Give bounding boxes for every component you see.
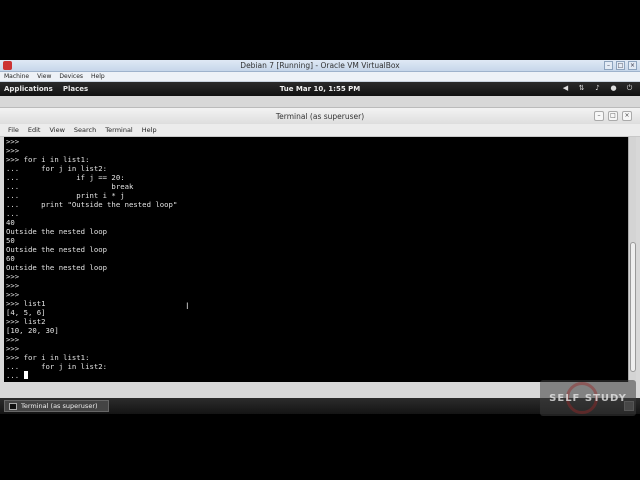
- watermark-text: SELF STUDY: [549, 392, 627, 404]
- terminal-line: ...: [6, 209, 20, 218]
- volume-icon[interactable]: ♪: [593, 84, 602, 93]
- terminal-line: [4, 5, 6]: [6, 308, 46, 317]
- power-icon[interactable]: ⏻: [625, 84, 634, 93]
- terminal-scrollbar[interactable]: [628, 137, 636, 382]
- terminal-line: >>>: [6, 290, 20, 299]
- virtualbox-title: Debian 7 [Running] - Oracle VM VirtualBo…: [240, 61, 400, 70]
- terminal-line: >>> list1: [6, 299, 46, 308]
- taskbar-terminal-label: Terminal (as superuser): [21, 402, 98, 410]
- network-icon[interactable]: ⇅: [577, 84, 586, 93]
- terminal-line: >>> for i in list1:: [6, 353, 90, 362]
- vbox-menu-help[interactable]: Help: [91, 73, 105, 80]
- taskbar-terminal-button[interactable]: Terminal (as superuser): [4, 400, 109, 412]
- terminal-line: ... print i * j: [6, 191, 125, 200]
- system-tray: ◀ ⇅ ♪ ● ⏻: [561, 84, 634, 93]
- gnome-top-panel: Applications Places Tue Mar 10, 1:55 PM …: [0, 82, 640, 96]
- terminal-line: >>>: [6, 281, 20, 290]
- watermark-logo: SELF STUDY: [540, 380, 636, 416]
- terminal-titlebar: Terminal (as superuser) – □ ×: [0, 107, 640, 124]
- text-cursor-icon: I: [186, 302, 189, 312]
- terminal-menu-view[interactable]: View: [49, 126, 64, 134]
- terminal-icon: [9, 402, 17, 410]
- maximize-icon[interactable]: □: [616, 61, 625, 70]
- terminal-line: >>>: [6, 335, 20, 344]
- vbox-menu-machine[interactable]: Machine: [4, 73, 29, 80]
- terminal-line: ... for j in list2:: [6, 362, 108, 371]
- panel-clock[interactable]: Tue Mar 10, 1:55 PM: [280, 85, 361, 93]
- terminal-maximize-icon[interactable]: □: [608, 111, 618, 121]
- scrollbar-thumb[interactable]: [630, 242, 636, 372]
- places-menu[interactable]: Places: [63, 85, 88, 93]
- terminal-window-controls: – □ ×: [594, 111, 632, 121]
- terminal-menu-edit[interactable]: Edit: [28, 126, 41, 134]
- terminal-line: >>> for i in list1:: [6, 155, 90, 164]
- terminal-menu-help[interactable]: Help: [142, 126, 157, 134]
- terminal-line: 50: [6, 236, 15, 245]
- terminal-line: Outside the nested loop: [6, 245, 108, 254]
- terminal-line: Outside the nested loop: [6, 227, 108, 236]
- terminal-minimize-icon[interactable]: –: [594, 111, 604, 121]
- minimize-icon[interactable]: –: [604, 61, 613, 70]
- vbox-menu-devices[interactable]: Devices: [59, 73, 83, 80]
- speaker-icon[interactable]: ◀: [561, 84, 570, 93]
- terminal-line: >>>: [6, 344, 20, 353]
- terminal-line: >>> list2: [6, 317, 46, 326]
- user-icon[interactable]: ●: [609, 84, 618, 93]
- terminal-line: Outside the nested loop: [6, 263, 108, 272]
- terminal-menu-file[interactable]: File: [8, 126, 19, 134]
- terminal-close-icon[interactable]: ×: [622, 111, 632, 121]
- terminal-line: 60: [6, 254, 15, 263]
- terminal-line: [10, 20, 30]: [6, 326, 59, 335]
- panel-clock-wrap: Tue Mar 10, 1:55 PM: [0, 85, 640, 93]
- terminal-title: Terminal (as superuser): [275, 111, 365, 121]
- virtualbox-window-controls: – □ ×: [604, 61, 637, 70]
- terminal-line: >>>: [6, 137, 20, 146]
- terminal-output[interactable]: >>> >>> >>> for i in list1:... for j in li…: [4, 137, 628, 382]
- virtualbox-titlebar: Debian 7 [Running] - Oracle VM VirtualBo…: [0, 60, 640, 72]
- terminal-line: ... break: [6, 182, 134, 191]
- vbox-menu-view[interactable]: View: [37, 73, 51, 80]
- close-icon[interactable]: ×: [628, 61, 637, 70]
- terminal-line: ... print "Outside the nested loop": [6, 200, 178, 209]
- terminal-lines: >>> >>> >>> for i in list1:... for j in li…: [4, 137, 628, 380]
- terminal-line: ... if j == 20:: [6, 173, 125, 182]
- terminal-menubar: File Edit View Search Terminal Help: [0, 124, 640, 137]
- terminal-caret: [23, 371, 28, 379]
- terminal-line: 40: [6, 218, 15, 227]
- terminal-menu-search[interactable]: Search: [74, 126, 96, 134]
- terminal-line: >>>: [6, 146, 20, 155]
- virtualbox-logo-icon: [3, 61, 12, 70]
- applications-menu[interactable]: Applications: [4, 85, 53, 93]
- terminal-menu-terminal[interactable]: Terminal: [105, 126, 132, 134]
- terminal-line: ... for j in list2:: [6, 164, 108, 173]
- vm-screen: Debian 7 [Running] - Oracle VM VirtualBo…: [0, 0, 640, 480]
- terminal-line: ...: [6, 371, 628, 380]
- terminal-line: >>>: [6, 272, 20, 281]
- virtualbox-menubar: Machine View Devices Help: [0, 72, 640, 82]
